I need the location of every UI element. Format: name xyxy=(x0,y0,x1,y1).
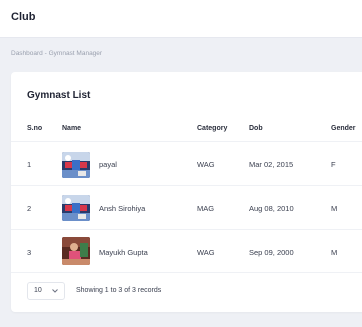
page-title: Gymnast List xyxy=(27,90,91,101)
page-size-select[interactable]: 10 xyxy=(27,282,65,300)
row-divider xyxy=(11,229,362,230)
row-name: payal xyxy=(99,160,117,169)
row-category: WAG xyxy=(197,160,215,169)
column-header-gender[interactable]: Gender xyxy=(331,125,356,132)
row-name: Mayukh Gupta xyxy=(99,248,148,257)
row-divider xyxy=(11,185,362,186)
gymnast-photo-icon xyxy=(62,152,90,178)
app-title[interactable]: Club xyxy=(11,11,35,23)
row-dob: Aug 08, 2010 xyxy=(249,204,294,213)
records-summary: Showing 1 to 3 of 3 records xyxy=(76,287,162,294)
row-sno: 2 xyxy=(27,204,32,213)
breadcrumb-current: Gymnast Manager xyxy=(48,50,103,57)
breadcrumb-dashboard[interactable]: Dashboard xyxy=(11,50,43,57)
row-gender: M xyxy=(331,204,338,213)
row-gender: F xyxy=(331,160,336,169)
row-divider xyxy=(11,272,362,273)
gymnast-photo-icon xyxy=(62,195,90,221)
row-category: MAG xyxy=(197,204,215,213)
row-sno: 1 xyxy=(27,160,32,169)
gymnast-list-card: Gymnast List S.no Name Category Dob Gend… xyxy=(11,72,362,312)
chevron-down-icon xyxy=(52,289,58,293)
column-header-dob[interactable]: Dob xyxy=(249,125,263,132)
column-header-sno[interactable]: S.no xyxy=(27,125,42,132)
header-divider xyxy=(11,141,362,142)
row-dob: Sep 09, 2000 xyxy=(249,248,294,257)
row-category: WAG xyxy=(197,248,215,257)
column-header-name[interactable]: Name xyxy=(62,125,81,132)
row-name: Ansh Sirohiya xyxy=(99,204,146,213)
gymnast-photo-icon xyxy=(62,237,90,265)
breadcrumb: Dashboard - Gymnast Manager xyxy=(11,50,102,57)
row-gender: M xyxy=(331,248,338,257)
breadcrumb-separator: - xyxy=(44,50,47,57)
top-bar: Club xyxy=(0,0,362,38)
row-sno: 3 xyxy=(27,248,32,257)
page-size-value: 10 xyxy=(34,287,42,294)
column-header-category[interactable]: Category xyxy=(197,125,227,132)
row-dob: Mar 02, 2015 xyxy=(249,160,294,169)
